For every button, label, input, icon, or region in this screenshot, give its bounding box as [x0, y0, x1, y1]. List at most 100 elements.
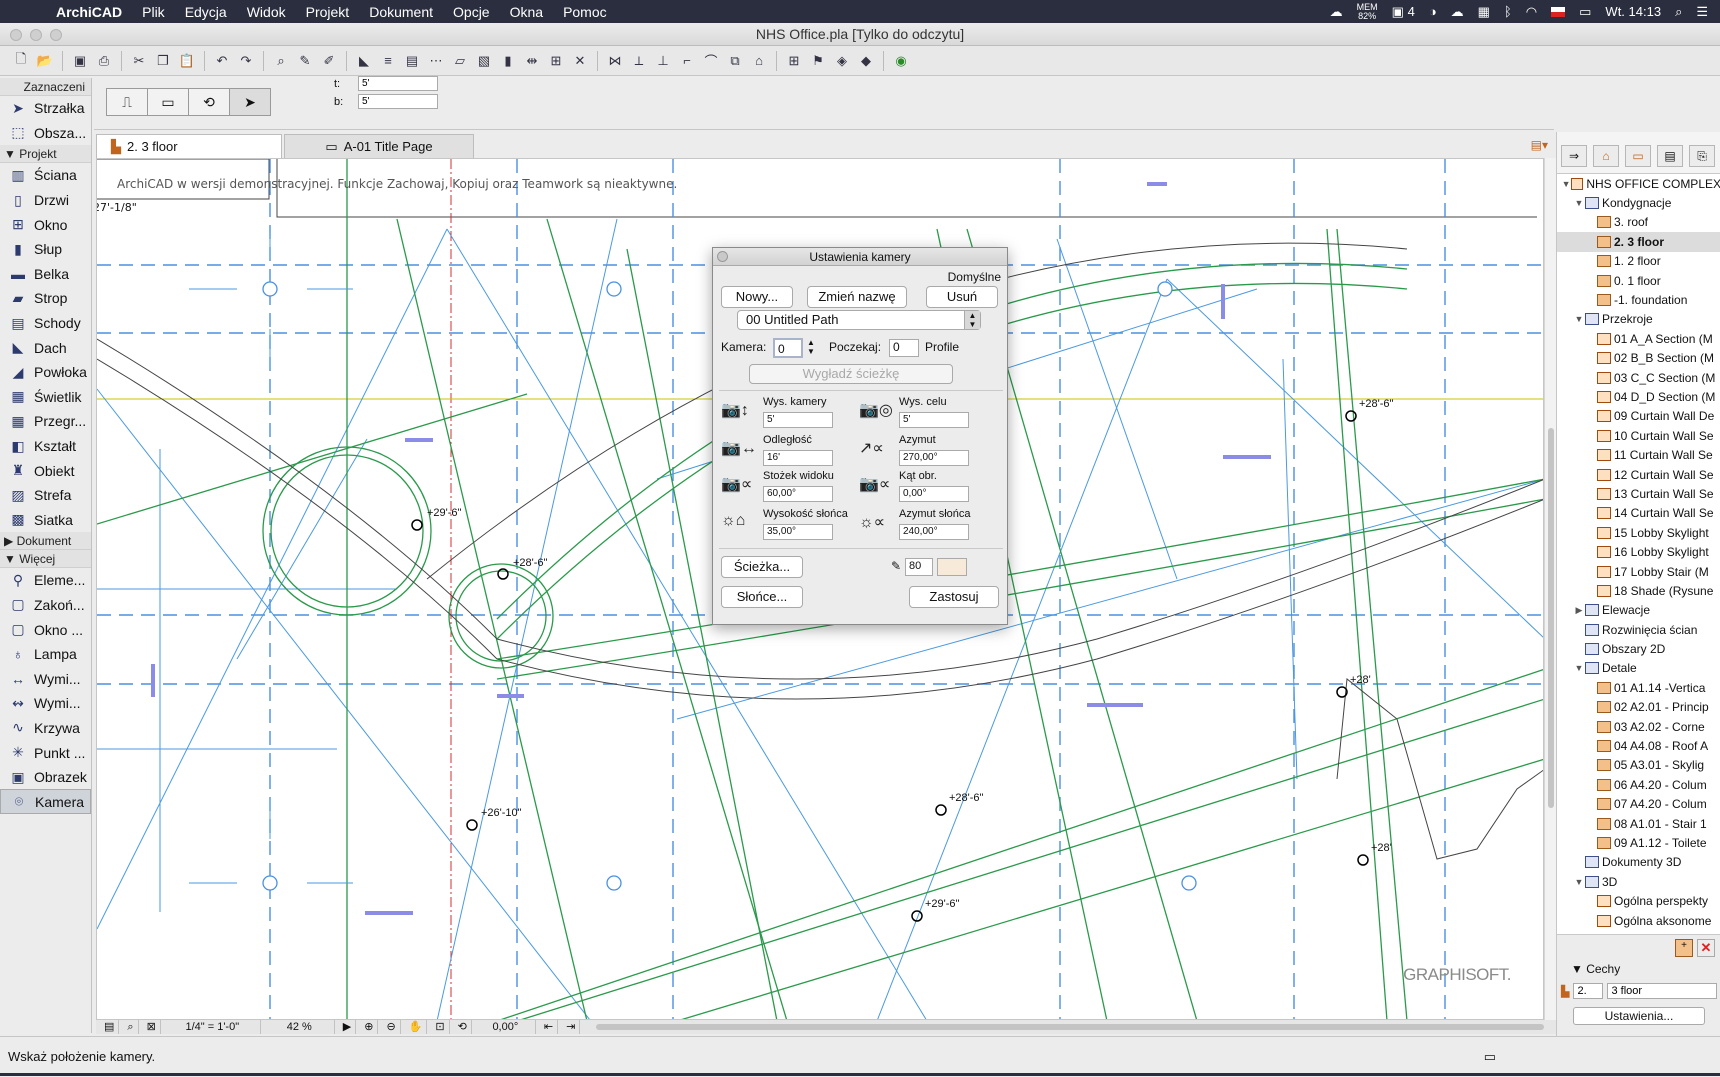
tab-title-page[interactable]: ▭ A-01 Title Page — [284, 134, 474, 158]
tool-camera[interactable]: ⌾ Kamera — [0, 789, 91, 815]
plane-icon[interactable]: ▱ — [449, 50, 471, 72]
disclosure-triangle-icon[interactable]: ▶ — [1573, 605, 1585, 616]
tool-zone[interactable]: ▨ Strefa — [0, 483, 91, 508]
tree-item[interactable]: 03 C_C Section (M — [1557, 368, 1720, 387]
vertical-scrollbar[interactable] — [1544, 158, 1556, 1020]
tree-item[interactable]: 08 A1.01 - Stair 1 — [1557, 814, 1720, 833]
menu-file[interactable]: Plik — [142, 4, 165, 20]
view-map-icon[interactable]: ▭ — [1625, 145, 1651, 167]
pen-input[interactable]: 80 — [905, 558, 933, 576]
syringe-icon[interactable]: ✐ — [318, 50, 340, 72]
scale-value[interactable]: 1/4" = 1'-0" — [165, 1020, 261, 1034]
disclosure-triangle-icon[interactable]: ▼ — [1573, 877, 1585, 887]
tool-curtain-wall[interactable]: ▦ Przegr... — [0, 409, 91, 434]
close-window-button[interactable] — [10, 29, 22, 41]
tool-window[interactable]: ⊞ Okno — [0, 212, 91, 237]
menu-list-icon[interactable]: ☰ — [1696, 4, 1708, 20]
tree-item[interactable]: 18 Shade (Rysune — [1557, 581, 1720, 600]
menu-options[interactable]: Opcje — [453, 4, 490, 20]
table-icon[interactable]: ⊞ — [545, 50, 567, 72]
layout-book-icon[interactable]: ▤ — [1657, 145, 1683, 167]
spotlight-icon[interactable]: ⌕ — [1675, 4, 1682, 20]
tree-item[interactable]: 04 A4.08 - Roof A — [1557, 736, 1720, 755]
tree-item[interactable]: ▼ NHS OFFICE COMPLEX — [1557, 174, 1720, 193]
camera-index-input[interactable]: 0 — [773, 338, 803, 358]
camera-height-input[interactable]: 5' — [763, 412, 833, 428]
distance-input[interactable]: 16' — [763, 450, 833, 466]
tree-item[interactable]: 06 A4.20 - Colum — [1557, 775, 1720, 794]
intersect-icon[interactable]: ⋈ — [604, 50, 626, 72]
project-map-icon[interactable]: ⌂ — [1593, 145, 1619, 167]
measure-icon[interactable]: ⇹ — [521, 50, 543, 72]
section-project[interactable]: ▼ Projekt — [0, 145, 91, 164]
tree-item[interactable]: ▼ 3D — [1557, 872, 1720, 891]
tree-item[interactable]: ▼ Detale — [1557, 659, 1720, 678]
tree-item[interactable]: Obszary 2D — [1557, 639, 1720, 658]
close-dialog-button[interactable] — [717, 251, 728, 262]
properties-header[interactable]: ▼ Cechy — [1557, 959, 1720, 979]
smooth-path-button[interactable]: Wygładź ścieżkę — [749, 364, 953, 384]
explode-icon[interactable]: ⧉ — [724, 50, 746, 72]
tree-item[interactable]: 07 A4.20 - Colum — [1557, 795, 1720, 814]
render-icon[interactable]: ◆ — [855, 50, 877, 72]
tool-element[interactable]: ⚲ Eleme... — [0, 568, 91, 593]
tool-column[interactable]: ▮ Słup — [0, 237, 91, 262]
tool-dimension[interactable]: ↔ Wymi... — [0, 666, 91, 691]
rename-button[interactable]: Zmień nazwę — [807, 286, 907, 308]
tool-lamp[interactable]: ♁ Lampa — [0, 642, 91, 667]
tree-item[interactable]: Ogólna perspekty — [1557, 891, 1720, 910]
fillet-icon[interactable]: ⌒ — [700, 50, 722, 72]
menu-view[interactable]: Widok — [247, 4, 286, 20]
scroll-thumb[interactable] — [1548, 428, 1554, 808]
bluetooth-icon[interactable]: ᛒ — [1504, 4, 1512, 19]
tree-item[interactable]: Ogólna aksonome — [1557, 911, 1720, 930]
zoom-out-icon[interactable]: ⊖ — [382, 1020, 401, 1034]
menu-design[interactable]: Projekt — [306, 4, 350, 20]
tree-item[interactable]: 01 A_A Section (M — [1557, 329, 1720, 348]
pen-swatch[interactable] — [937, 558, 967, 576]
disclosure-triangle-icon[interactable]: ▼ — [1561, 179, 1571, 189]
copy-icon[interactable]: ❐ — [152, 50, 174, 72]
tree-item[interactable]: ▶ Elewacje — [1557, 601, 1720, 620]
rotate-method-icon[interactable]: ⟲ — [188, 88, 230, 116]
3d-window-icon[interactable]: ◈ — [831, 50, 853, 72]
tree-item[interactable]: 12 Curtain Wall Se — [1557, 465, 1720, 484]
tree-item[interactable]: 15 Lobby Skylight — [1557, 523, 1720, 542]
cut-icon[interactable]: ✂ — [128, 50, 150, 72]
tree-item[interactable]: ▼ Kondygnacje — [1557, 193, 1720, 212]
tree-item[interactable]: 13 Curtain Wall Se — [1557, 484, 1720, 503]
redo-icon[interactable]: ↷ — [235, 50, 257, 72]
angle-value[interactable]: 0,00° — [476, 1020, 536, 1034]
tree-item[interactable]: 2. 3 floor — [1557, 232, 1720, 252]
roll-angle-input[interactable]: 0,00° — [899, 486, 969, 502]
target-height-input[interactable]: 5' — [899, 412, 969, 428]
disclosure-triangle-icon[interactable]: ▼ — [1573, 663, 1585, 673]
pan-icon[interactable]: ✋ — [405, 1020, 428, 1034]
keyboard-icon[interactable]: ▦ — [1478, 4, 1490, 20]
floor-name-field[interactable] — [1607, 983, 1718, 999]
zoom-window-icon[interactable]: ⌕ — [123, 1020, 139, 1034]
tool-marquee[interactable]: ⬚ Obsza... — [0, 121, 91, 146]
new-button[interactable]: Nowy... — [721, 286, 793, 308]
tree-item[interactable]: 1. 2 floor — [1557, 252, 1720, 271]
disclosure-triangle-icon[interactable]: ▼ — [1573, 314, 1585, 324]
path-select[interactable]: 00 Untitled Path ▲ ▼ — [737, 310, 981, 330]
disclosure-triangle-icon[interactable]: ▼ — [1573, 198, 1585, 208]
tool-stair[interactable]: ▤ Schody — [0, 311, 91, 336]
tree-item[interactable]: 09 A1.12 - Toilete — [1557, 833, 1720, 852]
tree-item[interactable]: Dokumenty 3D — [1557, 853, 1720, 872]
tree-item[interactable]: 09 Curtain Wall De — [1557, 407, 1720, 426]
tool-figure[interactable]: ▣ Obrazek — [0, 765, 91, 790]
navigator-menu-icon[interactable]: ⇒ — [1561, 145, 1587, 167]
tree-item[interactable]: -1. foundation — [1557, 290, 1720, 309]
flag-icon[interactable] — [1551, 6, 1566, 17]
notification-count[interactable]: ▣ 4 — [1392, 4, 1415, 20]
settings-button[interactable]: Ustawienia... — [1573, 1007, 1705, 1025]
sun-button[interactable]: Słońce... — [721, 586, 803, 608]
save-icon[interactable]: ▣ — [69, 50, 91, 72]
sync-icon[interactable]: ◑ — [1429, 4, 1437, 19]
menu-app[interactable]: ArchiCAD — [56, 4, 122, 20]
cross-icon[interactable]: ✕ — [569, 50, 591, 72]
zoom-value[interactable]: 42 % — [265, 1020, 335, 1034]
eyedropper-icon[interactable]: ✎ — [294, 50, 316, 72]
